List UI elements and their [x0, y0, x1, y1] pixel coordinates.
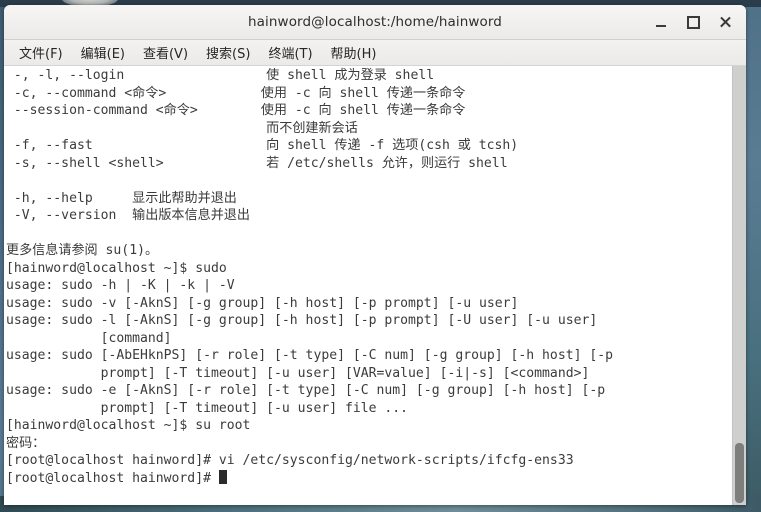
window-title: hainword@localhost:/home/hainword: [248, 14, 502, 30]
terminal-line: -f, --fast 向 shell 传递 -f 选项(csh 或 tcsh): [6, 138, 519, 153]
terminal-line: -h, --help 显示此帮助并退出: [6, 190, 237, 206]
terminal-line: --session-command <命令> 使用 -c 向 shell 传递一…: [6, 103, 466, 118]
terminal-line: [command]: [6, 330, 172, 346]
terminal-area[interactable]: -, -l, --login 使 shell 成为登录 shell -c, --…: [4, 66, 746, 505]
terminal-line: usage: sudo -l [-AknS] [-g group] [-h ho…: [6, 313, 598, 328]
terminal-line: [hainword@localhost ~]$ sudo: [6, 260, 227, 276]
terminal-output[interactable]: -, -l, --login 使 shell 成为登录 shell -c, --…: [4, 66, 732, 505]
terminal-line: usage: sudo -e [-AknS] [-r role] [-t typ…: [6, 383, 606, 398]
terminal-line: prompt] [-T timeout] [-u user] file ...: [6, 400, 409, 416]
menu-item-1[interactable]: 编辑(E): [72, 41, 134, 65]
minimize-icon: [656, 24, 666, 27]
menu-item-3[interactable]: 搜索(S): [197, 41, 259, 65]
terminal-line: usage: sudo -v [-AknS] [-g group] [-h ho…: [6, 295, 519, 311]
terminal-line: [root@localhost hainword]#: [6, 469, 732, 488]
terminal-line: -V, --version 输出版本信息并退出: [6, 208, 250, 223]
minimize-button[interactable]: [646, 8, 676, 36]
terminal-line: -s, --shell <shell> 若 /etc/shells 允许，则运行…: [6, 155, 508, 171]
window-controls: [646, 5, 740, 39]
menu-item-5[interactable]: 帮助(H): [322, 41, 386, 65]
terminal-line: 而不创建新会话: [6, 120, 358, 136]
terminal-cursor: [218, 469, 227, 484]
menu-item-4[interactable]: 终端(T): [259, 41, 321, 65]
menu-item-0[interactable]: 文件(F): [10, 41, 72, 65]
terminal-line: 密码：: [6, 435, 46, 451]
terminal-line: [hainword@localhost ~]$ su root: [6, 418, 251, 433]
terminal-window: hainword@localhost:/home/hainword 文件(F) 编…: [4, 5, 746, 505]
scrollbar-thumb[interactable]: [735, 443, 744, 503]
terminal-line: -c, --command <命令> 使用 -c 向 shell 传递一条命令: [6, 85, 466, 101]
terminal-line: [root@localhost hainword]# vi /etc/sysco…: [6, 453, 574, 468]
terminal-scrollbar[interactable]: [732, 66, 746, 505]
maximize-icon: [686, 15, 700, 29]
menu-item-2[interactable]: 查看(V): [134, 41, 197, 65]
terminal-line: -, -l, --login 使 shell 成为登录 shell: [6, 68, 435, 83]
terminal-line: usage: sudo -h | -K | -k | -V: [6, 278, 235, 293]
window-titlebar[interactable]: hainword@localhost:/home/hainword: [4, 5, 746, 40]
close-button[interactable]: [710, 8, 740, 36]
menu-bar: 文件(F) 编辑(E) 查看(V) 搜索(S) 终端(T) 帮助(H): [4, 40, 746, 66]
desktop: hainword@localhost:/home/hainword 文件(F) 编…: [0, 0, 761, 512]
terminal-line: usage: sudo [-AbEHknPS] [-r role] [-t ty…: [6, 348, 613, 363]
close-icon: [719, 16, 731, 28]
maximize-button[interactable]: [678, 8, 708, 36]
terminal-line: prompt] [-T timeout] [-u user] [VAR=valu…: [6, 365, 590, 381]
terminal-line: 更多信息请参阅 su(1)。: [6, 243, 159, 258]
